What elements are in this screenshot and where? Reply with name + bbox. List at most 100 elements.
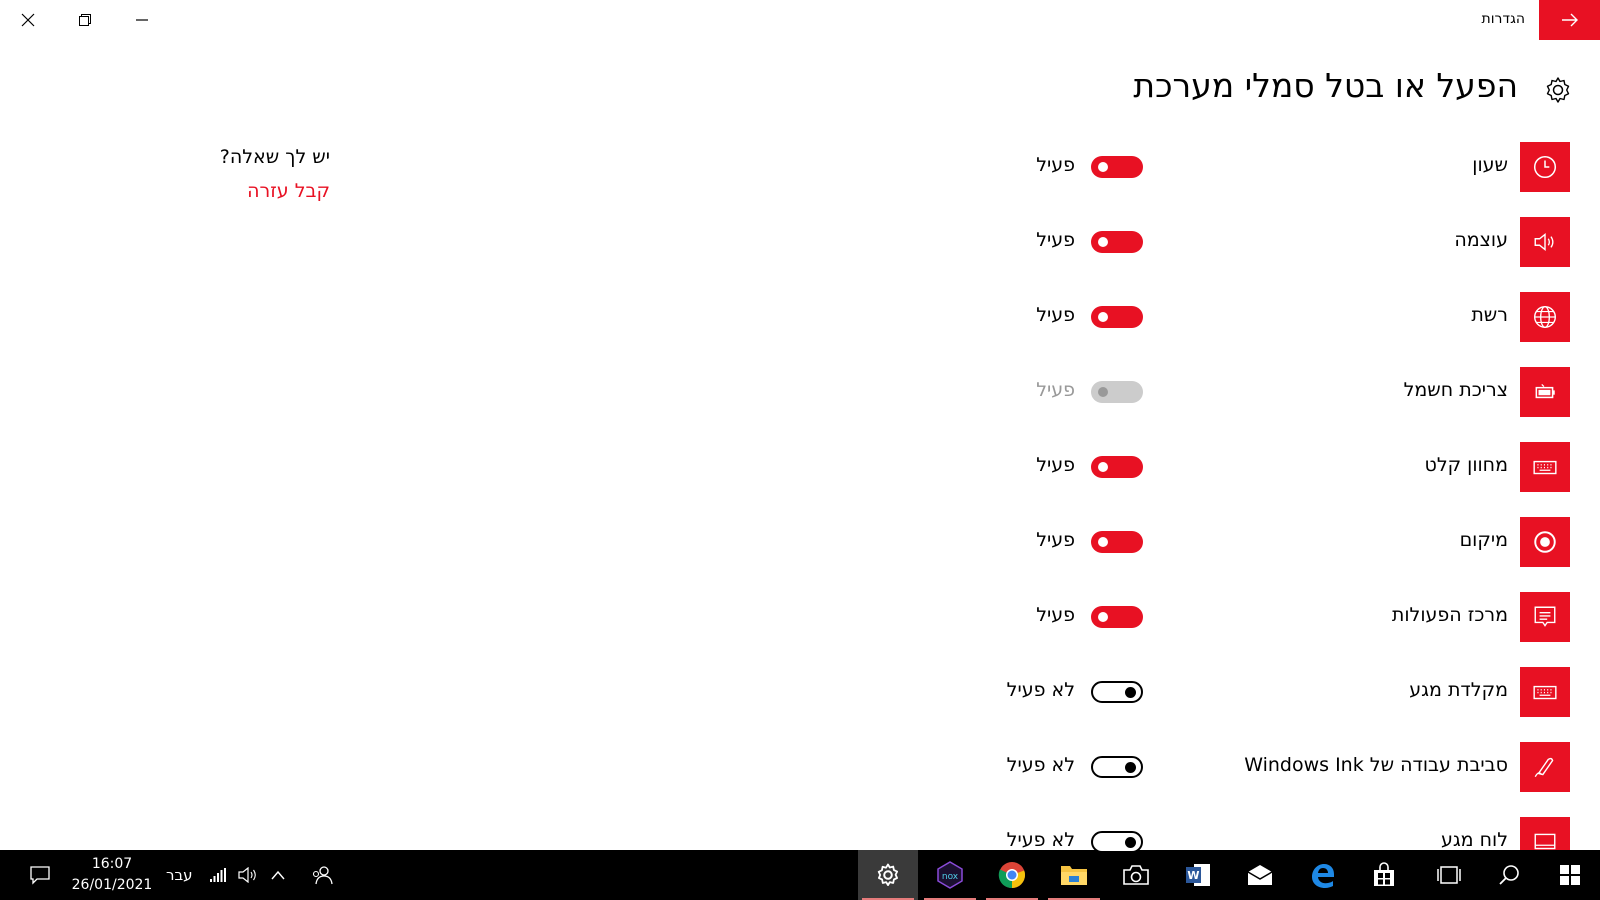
toggle-switch[interactable] <box>1091 456 1143 478</box>
setting-label: מרכז הפעולות <box>1391 604 1508 626</box>
setting-row: מקלדת מגע <box>1090 667 1570 717</box>
speaker-icon <box>238 867 256 883</box>
setting-label: מיקום <box>1459 529 1508 551</box>
minimize-icon <box>136 19 148 21</box>
restore-button[interactable] <box>62 0 108 40</box>
arrow-right-icon <box>1561 13 1578 27</box>
toggle-knob <box>1098 312 1108 322</box>
taskbar-mail[interactable] <box>1230 850 1290 900</box>
setting-row: צריכת חשמל <box>1090 367 1570 417</box>
edge-icon <box>1312 864 1334 888</box>
svg-text:W: W <box>1187 869 1199 882</box>
gear-icon <box>1546 77 1570 103</box>
toggle-state-label: פעיל <box>1036 304 1075 326</box>
app-title: הגדרות <box>1481 11 1525 27</box>
taskbar-nox[interactable]: nox <box>920 850 980 900</box>
clock-time: 16:07 <box>91 856 133 872</box>
toggle-knob <box>1098 462 1108 472</box>
close-button[interactable] <box>5 0 51 40</box>
keyboard-icon <box>1533 460 1557 475</box>
start-button[interactable] <box>1540 850 1600 900</box>
toggle-state-label: פעיל <box>1036 604 1075 626</box>
toggle-switch[interactable] <box>1091 306 1143 328</box>
toggle-knob <box>1098 612 1108 622</box>
signal-icon <box>210 868 226 882</box>
people-icon <box>312 866 333 885</box>
setting-icon-tile <box>1520 667 1570 717</box>
action-center-icon <box>1534 606 1556 627</box>
people-button[interactable] <box>302 850 342 900</box>
task-view-button[interactable] <box>1419 850 1479 900</box>
network-tray-icon[interactable] <box>203 850 233 900</box>
page-title: הפעל או בטל סמלי מערכת <box>1133 66 1518 105</box>
taskbar-settings[interactable] <box>858 850 918 900</box>
setting-row: רשת <box>1090 292 1570 342</box>
setting-row: מחוון קלט <box>1090 442 1570 492</box>
toggle-switch[interactable] <box>1091 831 1143 853</box>
volume-icon <box>1534 232 1554 252</box>
toggle-knob <box>1098 237 1108 247</box>
toggle-state-label: פעיל <box>1036 529 1075 551</box>
chevron-up-icon <box>271 870 285 880</box>
setting-icon-tile <box>1520 292 1570 342</box>
setting-icon-tile <box>1520 592 1570 642</box>
setting-row: עוצמה <box>1090 217 1570 267</box>
camera-icon <box>1123 865 1149 885</box>
toggle-switch[interactable] <box>1091 531 1143 553</box>
word-icon: W <box>1186 864 1210 886</box>
gear-icon <box>877 863 898 886</box>
show-hidden-icons-button[interactable] <box>263 850 293 900</box>
setting-row: שעון <box>1090 142 1570 192</box>
touch-keyboard-icon <box>1533 685 1557 700</box>
back-button[interactable] <box>1539 0 1600 40</box>
store-icon <box>1374 862 1394 886</box>
setting-label: מקלדת מגע <box>1409 679 1508 701</box>
volume-tray-icon[interactable] <box>233 850 263 900</box>
toggle-state-label: לא פעיל <box>1006 829 1075 851</box>
svg-text:nox: nox <box>942 872 959 882</box>
setting-icon-tile <box>1520 742 1570 792</box>
setting-row: מרכז הפעולות <box>1090 592 1570 642</box>
toggle-switch <box>1091 381 1143 403</box>
search-button[interactable] <box>1479 850 1539 900</box>
toggle-state-label: לא פעיל <box>1006 754 1075 776</box>
toggle-state-label: פעיל <box>1036 379 1075 401</box>
taskbar-camera[interactable] <box>1106 850 1166 900</box>
nox-icon: nox <box>937 861 963 889</box>
input-language[interactable]: עבר <box>166 866 193 884</box>
battery-icon <box>1535 383 1555 399</box>
toggle-knob <box>1098 162 1108 172</box>
taskbar-file-explorer[interactable] <box>1044 850 1104 900</box>
clock-date: 26/01/2021 <box>71 877 153 893</box>
setting-icon-tile <box>1520 367 1570 417</box>
get-help-link[interactable]: קבל עזרה <box>222 180 330 202</box>
search-icon <box>1499 865 1519 885</box>
taskbar-chrome[interactable] <box>982 850 1042 900</box>
chrome-icon <box>998 862 1026 889</box>
notification-icon <box>30 866 50 885</box>
toggle-knob <box>1125 762 1136 773</box>
toggle-switch[interactable] <box>1091 231 1143 253</box>
setting-label: שעון <box>1472 154 1508 176</box>
toggle-state-label: פעיל <box>1036 229 1075 251</box>
setting-label: עוצמה <box>1454 229 1508 251</box>
mail-icon <box>1247 865 1273 885</box>
system-clock[interactable]: 16:07 26/01/2021 <box>65 854 159 896</box>
action-center-button[interactable] <box>10 850 70 900</box>
setting-icon-tile <box>1520 142 1570 192</box>
toggle-switch[interactable] <box>1091 606 1143 628</box>
setting-icon-tile <box>1520 442 1570 492</box>
toggle-switch[interactable] <box>1091 681 1143 703</box>
setting-icon-tile <box>1520 517 1570 567</box>
toggle-switch[interactable] <box>1091 756 1143 778</box>
toggle-knob <box>1125 687 1136 698</box>
toggle-knob <box>1098 387 1108 397</box>
taskbar-edge[interactable] <box>1292 850 1352 900</box>
minimize-button[interactable] <box>119 0 165 40</box>
folder-icon <box>1061 866 1087 885</box>
taskbar-store[interactable] <box>1354 850 1414 900</box>
toggle-switch[interactable] <box>1091 156 1143 178</box>
taskbar-word[interactable]: W <box>1168 850 1228 900</box>
toggle-knob <box>1098 537 1108 547</box>
task-view-icon <box>1437 866 1461 884</box>
